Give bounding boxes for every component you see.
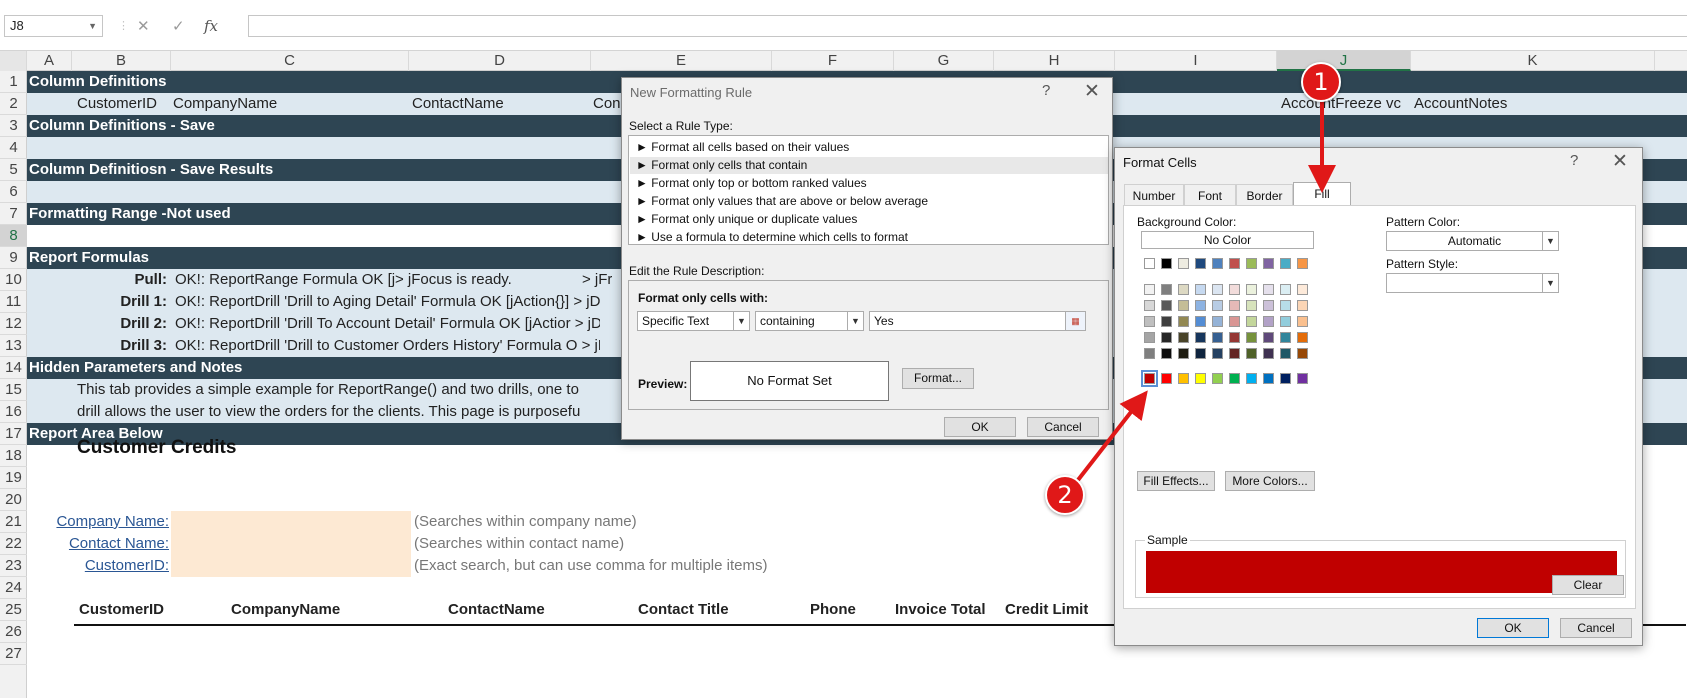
annotation-badge-2: 2 <box>1045 475 1085 515</box>
excel-window: J8 ▼ ⋮ ✕ ✓ fx A B C D E F G H I J K 1 2 3… <box>0 0 1687 698</box>
annotation-badge-1: 1 <box>1301 62 1341 102</box>
annotation-overlay <box>1076 102 1336 482</box>
clear-button[interactable]: Clear <box>1552 575 1624 595</box>
arrow-2 <box>1076 390 1148 482</box>
